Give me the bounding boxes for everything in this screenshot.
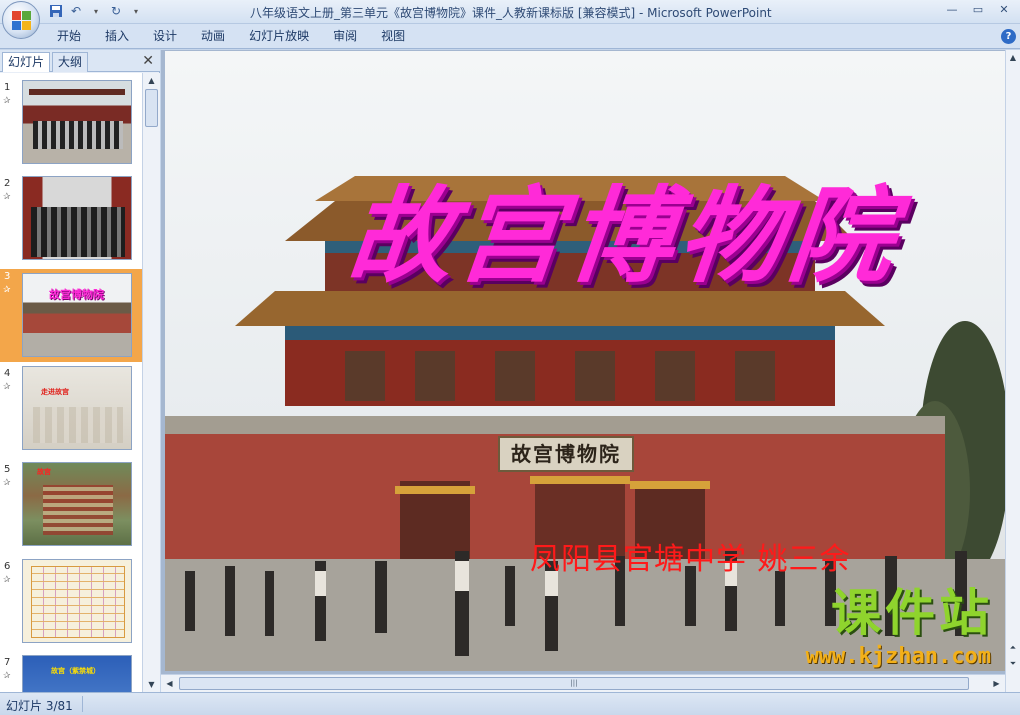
slide-thumbnail[interactable]: 6 ✰ <box>0 559 142 652</box>
panel-tabs: 幻灯片 大纲 ✕ <box>0 50 160 72</box>
scroll-right-icon[interactable]: ▶ <box>988 676 1005 691</box>
ribbon-tabs: 开始 插入 设计 动画 幻灯片放映 审阅 视图 <box>45 24 417 49</box>
scroll-thumb[interactable] <box>145 89 158 127</box>
scroll-up-icon[interactable]: ▲ <box>143 73 160 88</box>
slide-horizontal-scrollbar[interactable]: ◀ ||| ▶ <box>161 674 1005 692</box>
thumbnail-image: 故宫（紫禁城） <box>22 655 132 692</box>
tab-insert[interactable]: 插入 <box>93 24 141 49</box>
slide-thumbnail[interactable]: 4 ✰ 走进故宫 <box>0 366 142 459</box>
slide-number: 7 <box>4 657 11 668</box>
thumbnail-image <box>22 176 132 260</box>
slide-thumbnail[interactable]: 5 ✰ 故宫 <box>0 462 142 555</box>
quick-access-toolbar: ↶ ▾ ↻ ▾ <box>48 3 144 19</box>
slide-number: 5 <box>4 464 11 475</box>
slide-number: 6 <box>4 561 11 572</box>
watermark-url: www.kjzhan.com <box>805 644 991 669</box>
window-title: 八年级语文上册_第三单元《故宫博物院》课件_人教新课标版 [兼容模式] - Mi… <box>250 6 772 20</box>
scroll-up-icon[interactable]: ▲ <box>1006 50 1020 65</box>
tab-design[interactable]: 设计 <box>141 24 189 49</box>
tab-slides[interactable]: 幻灯片 <box>2 52 51 72</box>
undo-icon[interactable]: ↶ <box>68 3 84 19</box>
slides-panel: 幻灯片 大纲 ✕ 1 ✰ 2 ✰ 3 ✰ 故宫博物院 4 ✰ 走进故宫 5 ✰ … <box>0 50 160 692</box>
thumbnail-caption: 故宫 <box>37 468 51 476</box>
slide-vertical-scrollbar[interactable]: ▲ ⏶ ⏷ <box>1005 50 1020 692</box>
thumbnail-scrollbar[interactable]: ▲ ▼ <box>142 73 160 692</box>
slide-number: 3 <box>4 271 11 282</box>
animation-star-icon: ✰ <box>3 382 11 392</box>
slide-indicator: 幻灯片 3/81 <box>6 699 73 713</box>
thumbnail-list: 1 ✰ 2 ✰ 3 ✰ 故宫博物院 4 ✰ 走进故宫 5 ✰ 故宫 6 ✰ 7 … <box>0 73 142 692</box>
animation-star-icon: ✰ <box>3 671 11 681</box>
tab-outline[interactable]: 大纲 <box>52 52 89 72</box>
office-button[interactable] <box>2 1 40 39</box>
maximize-icon[interactable]: ▭ <box>966 1 990 19</box>
slide-thumbnail-selected[interactable]: 3 ✰ 故宫博物院 <box>0 269 142 362</box>
thumbnail-caption: 走进故宫 <box>41 388 69 396</box>
tab-review[interactable]: 审阅 <box>321 24 369 49</box>
tab-slideshow[interactable]: 幻灯片放映 <box>237 24 321 49</box>
scroll-thumb[interactable]: ||| <box>179 677 969 690</box>
slide-number: 1 <box>4 82 11 93</box>
thumbnail-image <box>22 80 132 164</box>
thumbnail-caption: 故宫（紫禁城） <box>51 667 100 675</box>
slide-editor: 故宫博物院 故宫博物院 凤阳县官塘中学 姚三余 课件站 www.kjzhan.c… <box>161 50 1020 692</box>
tab-home[interactable]: 开始 <box>45 24 93 49</box>
close-icon[interactable]: ✕ <box>992 1 1016 19</box>
title-bar: ↶ ▾ ↻ ▾ 八年级语文上册_第三单元《故宫博物院》课件_人教新课标版 [兼容… <box>0 0 1020 24</box>
animation-star-icon: ✰ <box>3 192 11 202</box>
thumbnail-image: 故宫博物院 <box>22 273 132 357</box>
window-controls: — ▭ ✕ <box>940 1 1016 19</box>
animation-star-icon: ✰ <box>3 285 11 295</box>
slide-author: 凤阳县官塘中学 姚三余 <box>530 542 851 577</box>
slide-thumbnail[interactable]: 7 ✰ 故宫（紫禁城） <box>0 655 142 692</box>
scroll-down-icon[interactable]: ▼ <box>143 677 160 692</box>
animation-star-icon: ✰ <box>3 478 11 488</box>
next-slide-icon[interactable]: ⏷ <box>1006 656 1020 671</box>
thumbnail-image: 故宫 <box>22 462 132 546</box>
ribbon: 开始 插入 设计 动画 幻灯片放映 审阅 视图 ? <box>0 24 1020 49</box>
thumbnail-image: 走进故宫 <box>22 366 132 450</box>
scroll-left-icon[interactable]: ◀ <box>161 676 178 691</box>
panel-close-icon[interactable]: ✕ <box>142 53 154 69</box>
help-icon[interactable]: ? <box>1001 29 1016 44</box>
watermark-brand: 课件站 <box>831 584 993 642</box>
slide-canvas[interactable]: 故宫博物院 故宫博物院 凤阳县官塘中学 姚三余 课件站 www.kjzhan.c… <box>165 51 1005 671</box>
status-divider <box>82 696 83 712</box>
redo-icon[interactable]: ↻ <box>108 3 124 19</box>
slide-title: 故宫博物院 <box>342 174 906 297</box>
minimize-icon[interactable]: — <box>940 1 964 19</box>
animation-star-icon: ✰ <box>3 575 11 585</box>
slide-thumbnail[interactable]: 1 ✰ <box>0 80 142 173</box>
slide-number: 4 <box>4 368 11 379</box>
status-bar: 幻灯片 3/81 <box>0 692 1020 715</box>
tab-view[interactable]: 视图 <box>369 24 417 49</box>
office-logo-icon <box>12 11 32 31</box>
thumbnail-image <box>22 559 132 643</box>
slide-thumbnail[interactable]: 2 ✰ <box>0 176 142 269</box>
thumbnail-caption: 故宫博物院 <box>49 288 104 301</box>
prev-slide-icon[interactable]: ⏶ <box>1006 640 1020 655</box>
save-icon[interactable] <box>48 3 64 19</box>
undo-dropdown-icon[interactable]: ▾ <box>88 3 104 19</box>
animation-star-icon: ✰ <box>3 96 11 106</box>
customize-qat-icon[interactable]: ▾ <box>128 3 144 19</box>
tab-animations[interactable]: 动画 <box>189 24 237 49</box>
gate-plaque-text: 故宫博物院 <box>498 436 634 472</box>
slide-background-photo: 故宫博物院 故宫博物院 凤阳县官塘中学 姚三余 课件站 www.kjzhan.c… <box>165 51 1005 671</box>
slide-number: 2 <box>4 178 11 189</box>
